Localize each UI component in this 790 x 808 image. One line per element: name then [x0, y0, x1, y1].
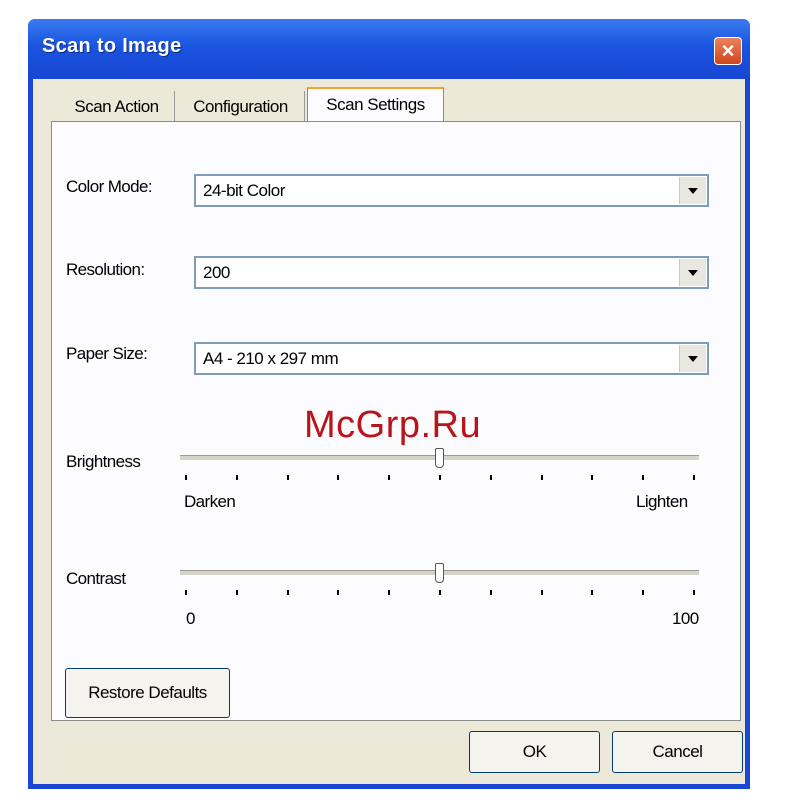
tab-scan-action[interactable]: Scan Action [59, 91, 175, 121]
window-title: Scan to Image [42, 35, 182, 57]
brightness-label: Brightness [66, 452, 141, 471]
watermark: McGrp.Ru [304, 404, 482, 446]
color-mode-value: 24-bit Color [203, 181, 285, 200]
dialog-body: Scan Action Configuration Scan Settings … [33, 79, 745, 784]
scan-to-image-window: Scan to Image × Scan Action Configuratio… [28, 19, 750, 789]
slider-tick [489, 475, 492, 480]
ok-button[interactable]: OK [469, 731, 600, 773]
slider-tick [337, 475, 340, 480]
slider-tick [286, 475, 289, 480]
brightness-min-label: Darken [184, 492, 236, 511]
slider-tick [337, 590, 340, 595]
resolution-select[interactable]: 200 [194, 256, 709, 289]
paper-size-select[interactable]: A4 - 210 x 297 mm [194, 342, 709, 375]
slider-tick [693, 475, 695, 480]
paper-size-label: Paper Size: [66, 344, 148, 363]
scan-settings-panel: Color Mode: 24-bit Color Resolution: 200… [51, 121, 741, 721]
tab-configuration[interactable]: Configuration [177, 91, 305, 121]
slider-tick [235, 590, 238, 595]
slider-tick [286, 590, 289, 595]
slider-tick [642, 590, 645, 595]
brightness-slider-thumb[interactable] [435, 448, 444, 468]
brightness-max-label: Lighten [636, 492, 688, 511]
slider-tick [642, 475, 645, 480]
slider-tick [540, 590, 543, 595]
tab-scan-settings[interactable]: Scan Settings [307, 87, 444, 124]
slider-tick [693, 590, 695, 595]
color-mode-label: Color Mode: [66, 177, 153, 196]
restore-defaults-button[interactable]: Restore Defaults [65, 668, 230, 718]
chevron-down-icon[interactable] [679, 345, 706, 372]
title-bar[interactable]: Scan to Image × [28, 19, 750, 79]
slider-tick [489, 590, 492, 595]
slider-tick [185, 475, 187, 480]
close-button[interactable]: × [714, 37, 742, 65]
contrast-label: Contrast [66, 569, 126, 588]
chevron-down-icon[interactable] [679, 177, 706, 204]
slider-tick [591, 590, 594, 595]
close-icon[interactable]: × [722, 38, 735, 63]
cancel-button[interactable]: Cancel [612, 731, 743, 773]
chevron-down-icon[interactable] [679, 259, 706, 286]
slider-tick [388, 590, 391, 595]
resolution-value: 200 [203, 263, 230, 282]
resolution-label: Resolution: [66, 260, 145, 279]
paper-size-value: A4 - 210 x 297 mm [203, 349, 339, 368]
slider-tick [591, 475, 594, 480]
slider-tick [185, 590, 187, 595]
contrast-slider-thumb[interactable] [435, 563, 444, 583]
contrast-max-label: 100 [672, 609, 699, 628]
slider-tick [439, 590, 441, 595]
slider-tick [235, 475, 238, 480]
slider-tick [388, 475, 391, 480]
slider-tick [540, 475, 543, 480]
slider-tick [439, 475, 441, 480]
color-mode-select[interactable]: 24-bit Color [194, 174, 709, 207]
contrast-min-label: 0 [186, 609, 195, 628]
